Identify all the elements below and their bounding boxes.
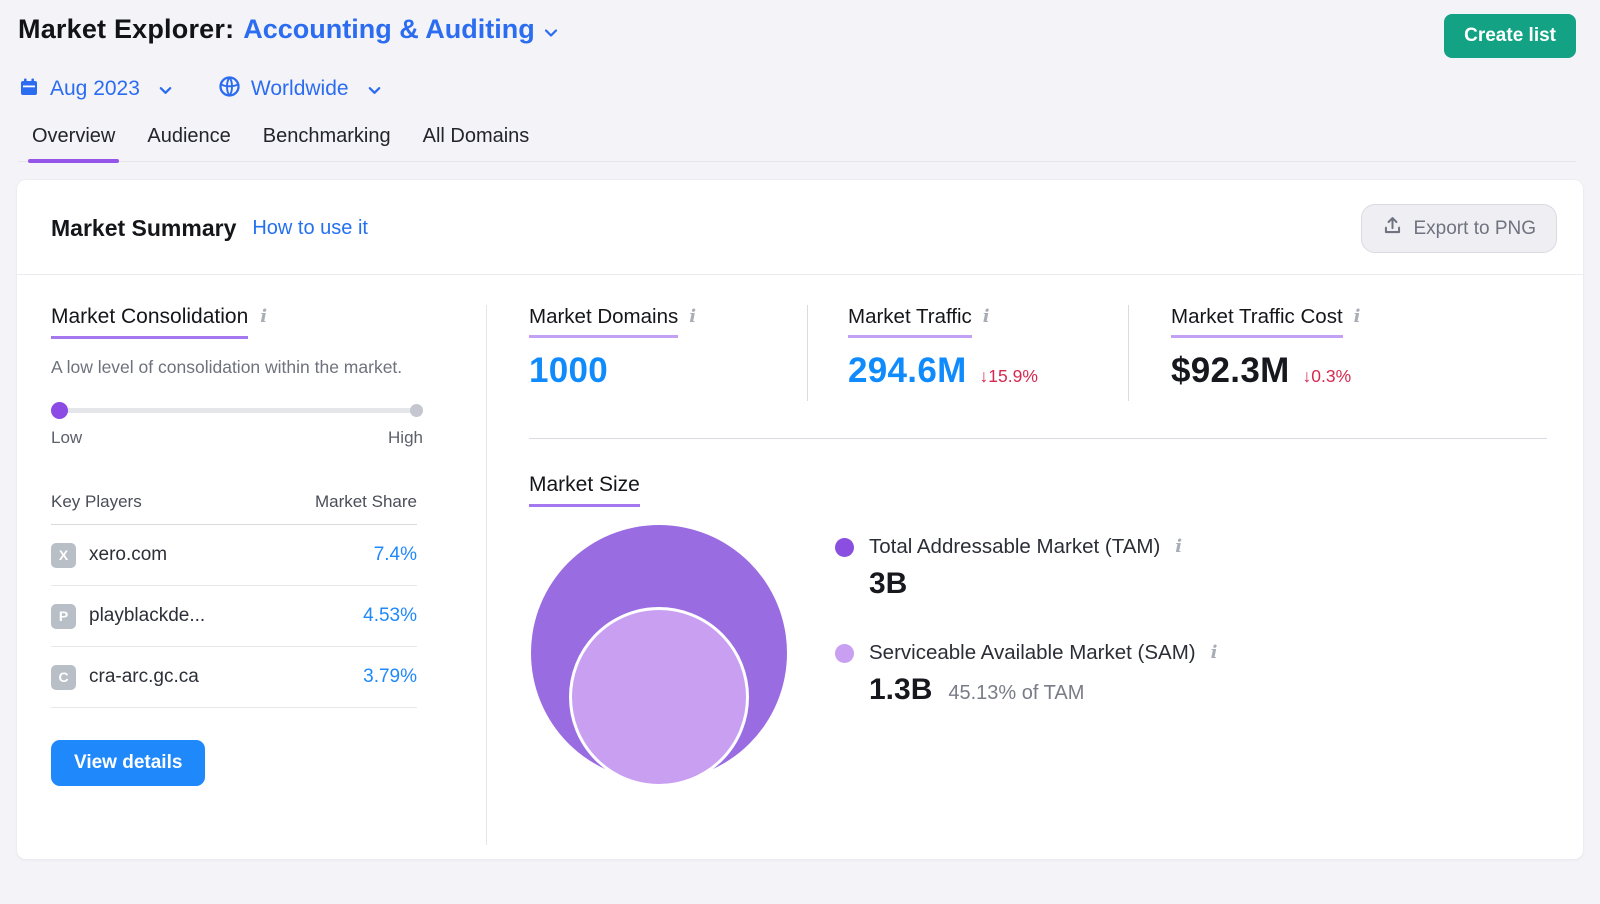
- sam-bubble[interactable]: [569, 607, 749, 787]
- table-row[interactable]: X xero.com 7.4%: [51, 525, 417, 587]
- upload-icon: [1382, 215, 1403, 242]
- chevron-down-icon: [543, 25, 559, 41]
- tam-legend-label: Total Addressable Market (TAM): [869, 535, 1161, 558]
- calendar-icon: [18, 76, 40, 103]
- info-icon[interactable]: i: [1211, 644, 1218, 662]
- globe-icon: [218, 75, 241, 103]
- sam-legend-label: Serviceable Available Market (SAM): [869, 641, 1196, 664]
- key-players-column-header: Key Players: [51, 492, 142, 512]
- how-to-use-link[interactable]: How to use it: [252, 217, 368, 240]
- tab-benchmarking[interactable]: Benchmarking: [263, 125, 391, 161]
- date-filter-dropdown[interactable]: Aug 2023: [18, 76, 174, 103]
- domain-favicon: X: [51, 542, 76, 568]
- slider-low-handle[interactable]: [51, 402, 68, 420]
- market-name: Accounting & Auditing: [243, 14, 535, 44]
- key-players-table: Key Players Market Share X xero.com 7.4%…: [51, 492, 417, 709]
- chevron-down-icon: [158, 83, 174, 99]
- info-icon[interactable]: i: [1354, 308, 1361, 326]
- market-traffic-cost-stat: Market Traffic Cost i $92.3M ↓0.3%: [1129, 305, 1360, 391]
- info-icon[interactable]: i: [689, 308, 696, 326]
- market-traffic-cost-value: $92.3M: [1171, 351, 1290, 390]
- market-size-title: Market Size: [529, 473, 640, 507]
- tab-all-domains[interactable]: All Domains: [423, 125, 530, 161]
- tam-legend-dot: [835, 537, 854, 557]
- info-icon[interactable]: i: [983, 308, 990, 326]
- tab-overview[interactable]: Overview: [27, 125, 120, 163]
- page-header: Market Explorer: Accounting & Auditing C…: [0, 0, 1600, 163]
- tab-bar: Overview Audience Benchmarking All Domai…: [18, 125, 1576, 163]
- export-to-png-button[interactable]: Export to PNG: [1360, 204, 1557, 253]
- section-divider: [529, 438, 1547, 439]
- tab-audience[interactable]: Audience: [147, 125, 230, 161]
- tam-value: 3B: [869, 567, 908, 600]
- market-domains-stat: Market Domains i 1000: [529, 305, 807, 391]
- region-filter-label: Worldwide: [250, 77, 349, 100]
- market-traffic-label: Market Traffic: [848, 305, 972, 338]
- market-domains-label: Market Domains: [529, 305, 679, 338]
- market-share-value: 4.53%: [363, 605, 417, 627]
- region-filter-dropdown[interactable]: Worldwide: [218, 75, 383, 103]
- view-details-button[interactable]: View details: [51, 740, 206, 787]
- date-filter-label: Aug 2023: [50, 77, 140, 100]
- market-domains-value: 1000: [529, 351, 609, 390]
- sam-value: 1.3B: [869, 673, 933, 706]
- tam-legend: Total Addressable Market (TAM) i 3B: [835, 535, 1217, 601]
- market-picker-dropdown[interactable]: Accounting & Auditing: [243, 14, 558, 45]
- info-icon[interactable]: i: [260, 308, 267, 326]
- page-title: Market Explorer:: [18, 14, 235, 44]
- domain-favicon: C: [51, 664, 76, 690]
- market-traffic-cost-label: Market Traffic Cost: [1171, 305, 1343, 338]
- create-list-button[interactable]: Create list: [1444, 14, 1576, 58]
- market-stats-section: Market Domains i 1000 Market Traffic i 2…: [487, 305, 1583, 845]
- sam-legend-dot: [835, 643, 854, 663]
- market-consolidation-title: Market Consolidation: [51, 305, 249, 339]
- domain-link[interactable]: xero.com: [89, 544, 167, 566]
- market-traffic-stat: Market Traffic i 294.6M ↓15.9%: [808, 305, 1128, 391]
- market-size-chart: Total Addressable Market (TAM) i 3B Serv…: [529, 525, 1547, 787]
- market-consolidation-section: Market Consolidation i A low level of co…: [51, 305, 487, 845]
- card-title: Market Summary: [51, 215, 237, 241]
- market-traffic-value: 294.6M: [848, 351, 967, 390]
- consolidation-slider: [51, 402, 423, 420]
- info-icon[interactable]: i: [1175, 538, 1182, 556]
- consolidation-description: A low level of consolidation within the …: [51, 357, 403, 377]
- sam-legend: Serviceable Available Market (SAM) i 1.3…: [835, 641, 1217, 707]
- chart-legend: Total Addressable Market (TAM) i 3B Serv…: [835, 525, 1217, 787]
- slider-track: [51, 408, 423, 414]
- market-share-value: 7.4%: [373, 544, 417, 566]
- slider-high-label: High: [388, 428, 423, 448]
- market-traffic-cost-change: ↓0.3%: [1302, 366, 1352, 386]
- domain-favicon: P: [51, 603, 76, 629]
- domain-link[interactable]: playblackde...: [89, 605, 205, 627]
- slider-low-label: Low: [51, 428, 83, 448]
- market-share-column-header: Market Share: [314, 492, 417, 512]
- slider-high-handle[interactable]: [410, 404, 423, 418]
- tam-sam-bubble-chart: [531, 525, 789, 787]
- market-share-value: 3.79%: [363, 666, 417, 688]
- domain-link[interactable]: cra-arc.gc.ca: [89, 666, 199, 688]
- export-label: Export to PNG: [1413, 217, 1537, 239]
- table-row[interactable]: C cra-arc.gc.ca 3.79%: [51, 647, 417, 709]
- chevron-down-icon: [367, 83, 383, 99]
- table-row[interactable]: P playblackde... 4.53%: [51, 586, 417, 648]
- sam-percent-of-tam: 45.13% of TAM: [948, 682, 1085, 704]
- market-summary-card: Market Summary How to use it Export to P…: [16, 179, 1584, 860]
- market-traffic-change: ↓15.9%: [979, 366, 1038, 386]
